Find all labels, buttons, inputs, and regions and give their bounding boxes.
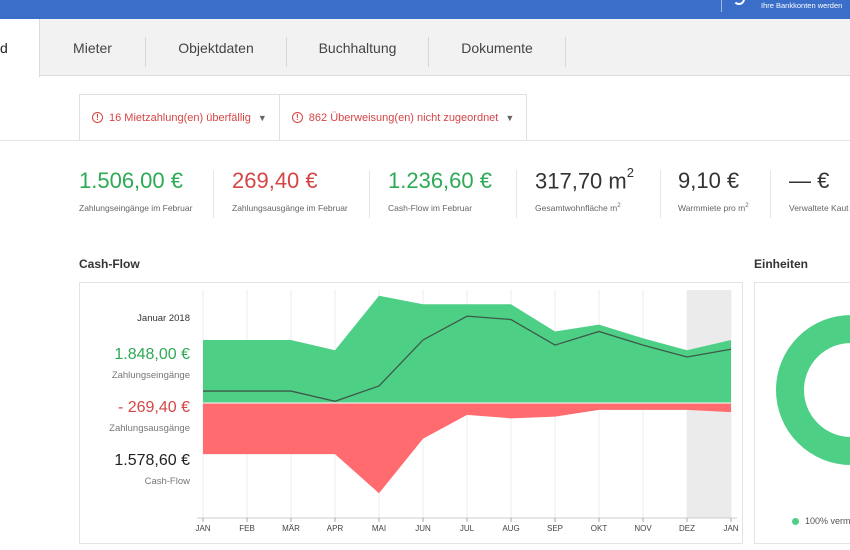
x-tick-label: OKT [591, 524, 608, 533]
top-bar: Ihre Bankkonten werden [0, 0, 850, 19]
x-tick-label: MÄR [282, 524, 300, 533]
chevron-down-icon: ▼ [257, 112, 267, 123]
warning-icon: ! [92, 112, 103, 123]
cashflow-title: Cash-Flow [79, 257, 140, 271]
kpi-deposits-label: Verwaltete Kaut [789, 203, 849, 213]
chevron-down-icon: ▼ [505, 112, 515, 123]
alert-bar: ! 16 Mietzahlung(en) überfällig ▼ ! 862 … [79, 94, 528, 141]
x-tick-label: JAN [723, 524, 738, 533]
kpi-living-area-label: Gesamtwohnfläche m2 [535, 203, 621, 214]
kpi-divider [213, 170, 214, 218]
kpi-deposits: — € Verwaltete Kaut [789, 168, 849, 213]
tab-dokumente[interactable]: Dokumente [429, 19, 565, 76]
kpi-cashflow: 1.236,60 € Cash-Flow im Februar [388, 168, 492, 213]
kpi-rent-per-sqm: 9,10 € Warmmiete pro m2 [678, 168, 749, 213]
kpi-rent-per-sqm-label: Warmmiete pro m2 [678, 203, 749, 213]
alert-overdue-rent-text: 16 Mietzahlung(en) überfällig [109, 111, 251, 124]
x-tick-label: MAI [372, 524, 386, 533]
x-tick-label: JUL [460, 524, 475, 533]
x-tick-label: DEZ [679, 524, 695, 533]
kpi-divider [516, 170, 517, 218]
tab-divider [565, 37, 566, 67]
kpi-expenses-value: 269,40 € [232, 168, 318, 193]
kpi-expenses: 269,40 € Zahlungsausgänge im Februar [232, 168, 348, 213]
donut-ring [776, 315, 850, 465]
tab-objektdaten[interactable]: Objektdaten [146, 19, 286, 76]
units-legend: 100% verm [792, 516, 850, 526]
warning-icon: ! [291, 112, 303, 123]
kpi-cashflow-label: Cash-Flow im Februar [388, 203, 473, 213]
x-tick-label: APR [327, 524, 344, 533]
tab-buchhaltung[interactable]: Buchhaltung [287, 19, 428, 76]
kpi-income: 1.506,00 € Zahlungseingänge im Februar [79, 168, 192, 213]
kpi-divider [369, 170, 370, 218]
x-tick-label: FEB [239, 524, 255, 533]
sync-message: Ihre Bankkonten werden [761, 1, 843, 10]
units-card [754, 282, 850, 544]
divider [0, 140, 850, 141]
sync-spinner-icon [733, 0, 745, 5]
tab-mieter[interactable]: Mieter [40, 19, 145, 76]
kpi-cashflow-value: 1.236,60 € [388, 168, 492, 193]
x-tick-label: JUN [415, 524, 431, 533]
kpi-divider [660, 170, 661, 218]
kpi-deposits-value: — € [789, 168, 830, 193]
kpi-divider [770, 170, 771, 218]
kpi-expenses-label: Zahlungsausgänge im Februar [232, 203, 348, 213]
units-donut-chart [776, 315, 850, 465]
kpi-living-area-value: 317,70 m2 [535, 165, 634, 194]
kpi-rent-per-sqm-value: 9,10 € [678, 168, 740, 193]
kpi-living-area: 317,70 m2 Gesamtwohnfläche m2 [535, 165, 634, 214]
x-tick-label: NOV [634, 524, 652, 533]
kpi-income-value: 1.506,00 € [79, 168, 183, 193]
kpi-income-label: Zahlungseingänge im Februar [79, 203, 193, 213]
tab-bar: d Mieter Objektdaten Buchhaltung Dokumen… [0, 19, 850, 77]
x-tick-label: JAN [195, 524, 210, 533]
units-title: Einheiten [754, 257, 809, 271]
cashflow-chart[interactable]: JAN FEB MÄR APR MAI JUN JUL AUG SEP OKT NOV DEZ JAN [79, 282, 743, 544]
legend-dot-icon [792, 518, 799, 526]
alert-unassigned-transfers[interactable]: ! 862 Überweisung(en) nicht zugeordnet ▼ [279, 94, 528, 141]
alert-unassigned-transfers-text: 862 Überweisung(en) nicht zugeordnet [308, 111, 499, 124]
tab-dashboard[interactable]: d [0, 19, 40, 77]
units-legend-text: 100% verm [805, 516, 850, 526]
x-tick-label: SEP [547, 524, 563, 533]
x-tick-label: AUG [502, 524, 519, 533]
top-bar-separator [721, 0, 722, 12]
alert-overdue-rent[interactable]: ! 16 Mietzahlung(en) überfällig ▼ [79, 94, 280, 141]
income-area [203, 295, 731, 403]
